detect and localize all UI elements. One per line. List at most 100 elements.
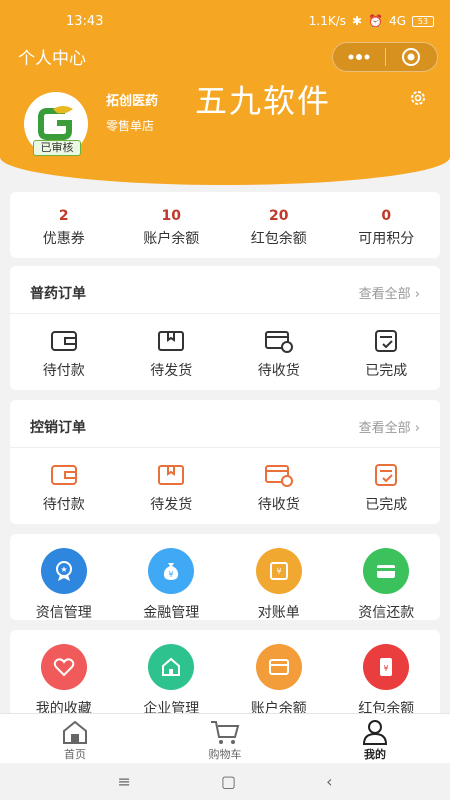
close-button[interactable] <box>386 43 438 71</box>
order-to-receive[interactable]: 待收货 <box>225 314 333 390</box>
status-bar: 13:43 1.1K/s ✱ ⏰ 4G 53 <box>0 0 450 42</box>
moneybag-icon: ¥ <box>148 548 195 594</box>
stat-points[interactable]: 0 可用积分 <box>333 192 441 258</box>
user-icon <box>362 720 388 745</box>
verified-badge: 已审核 <box>33 140 81 156</box>
stat-account-balance[interactable]: 10 账户余额 <box>118 192 226 258</box>
order-label: 待发货 <box>150 363 193 379</box>
order-pending-payment[interactable]: 待付款 <box>10 448 118 524</box>
order-label: 待付款 <box>42 497 85 513</box>
stat-value: 2 <box>58 208 69 224</box>
stat-redpacket-balance[interactable]: 20 红包余额 <box>225 192 333 258</box>
stat-label: 账户余额 <box>143 231 200 247</box>
svg-text:¥: ¥ <box>384 664 389 673</box>
menu-icon[interactable]: ≡ <box>118 772 131 791</box>
service-account-balance[interactable]: 账户余额 <box>225 630 333 717</box>
order-label: 待收货 <box>257 497 300 513</box>
view-all-link[interactable]: 查看全部 › <box>359 283 420 302</box>
section-title: 控销订单 <box>30 420 86 436</box>
section-title: 普药订单 <box>30 286 86 302</box>
box-icon <box>158 331 185 351</box>
order-completed[interactable]: 已完成 <box>333 448 441 524</box>
bluetooth-icon: ✱ <box>352 14 363 28</box>
order-to-ship[interactable]: 待发货 <box>118 314 226 390</box>
order-label: 已完成 <box>365 497 408 513</box>
cart-icon <box>211 721 240 744</box>
wallet-icon <box>255 644 302 690</box>
controlled-orders-header: 控销订单 查看全部 › <box>10 400 440 448</box>
order-to-ship[interactable]: 待发货 <box>118 448 226 524</box>
watermark-text: 五九软件 <box>195 82 332 120</box>
view-all-label: 查看全部 <box>358 421 411 436</box>
wallet-icon <box>50 465 77 485</box>
truck-icon <box>264 331 293 353</box>
stat-coupons[interactable]: 2 优惠券 <box>10 192 118 258</box>
svg-text:¥: ¥ <box>169 570 174 579</box>
box-icon <box>158 465 185 485</box>
tab-label: 首页 <box>64 748 86 761</box>
done-icon <box>375 464 398 486</box>
tab-home[interactable]: 首页 <box>0 714 150 763</box>
stat-label: 红包余额 <box>250 231 307 247</box>
svg-text:★: ★ <box>60 565 67 574</box>
redpacket-icon: ¥ <box>363 644 410 690</box>
services-card-1: ★ 资信管理 ¥ 金融管理 ¥ 对账单 资信还款 <box>10 534 441 621</box>
home-square-icon[interactable]: ▢ <box>221 772 236 791</box>
stat-label: 可用积分 <box>358 231 415 247</box>
back-icon[interactable]: ‹ <box>326 772 332 791</box>
tab-mine[interactable]: 我的 <box>300 714 450 763</box>
company-type: 零售单店 <box>106 119 155 133</box>
service-credit-management[interactable]: ★ 资信管理 <box>10 534 118 621</box>
general-orders-header: 普药订单 查看全部 › <box>10 266 440 314</box>
page-title: 个人中心 <box>18 49 86 69</box>
service-label: 资信管理 <box>35 605 92 621</box>
order-to-receive[interactable]: 待收货 <box>225 448 333 524</box>
system-nav-bar: ≡ ▢ ‹ <box>0 763 450 800</box>
card-icon <box>363 548 410 594</box>
network-speed: 1.1K/s <box>308 14 347 28</box>
company-name: 拓创医药 <box>106 94 159 109</box>
service-label: 金融管理 <box>143 605 200 621</box>
service-finance-management[interactable]: ¥ 金融管理 <box>118 534 226 621</box>
target-icon <box>402 48 421 66</box>
stats-card: 2 优惠券 10 账户余额 20 红包余额 0 可用积分 <box>10 192 440 258</box>
svg-text:¥: ¥ <box>276 567 281 576</box>
order-label: 待发货 <box>150 497 193 513</box>
wallet-icon <box>50 331 77 351</box>
settings-button[interactable] <box>408 88 428 112</box>
service-credit-repayment[interactable]: 资信还款 <box>333 534 441 621</box>
gear-icon <box>411 91 425 105</box>
chevron-right-icon: › <box>414 421 420 436</box>
order-label: 待付款 <box>42 363 85 379</box>
stat-value: 0 <box>381 208 392 224</box>
service-redpacket-balance[interactable]: ¥ 红包余额 <box>333 630 441 717</box>
tab-label: 购物车 <box>208 748 242 761</box>
alarm-icon: ⏰ <box>368 14 384 28</box>
status-time: 13:43 <box>66 14 104 29</box>
heart-icon <box>40 644 87 690</box>
services-card-2: 我的收藏 企业管理 账户余额 ¥ 红包余额 <box>10 630 441 717</box>
statement-icon: ¥ <box>255 548 302 594</box>
home-icon <box>63 720 87 744</box>
service-label: 资信还款 <box>358 605 415 621</box>
tab-cart[interactable]: 购物车 <box>150 714 300 763</box>
chevron-right-icon: › <box>414 287 420 302</box>
signal-label: 4G <box>389 14 406 28</box>
stat-label: 优惠券 <box>42 231 85 247</box>
bottom-tab-bar: 首页 购物车 我的 <box>0 713 450 763</box>
service-favorites[interactable]: 我的收藏 <box>10 630 118 717</box>
order-completed[interactable]: 已完成 <box>333 314 441 390</box>
truck-icon <box>264 465 293 487</box>
view-all-label: 查看全部 <box>358 287 411 302</box>
view-all-link[interactable]: 查看全部 › <box>359 417 420 436</box>
controlled-orders-card: 控销订单 查看全部 › 待付款 待发货 待收货 已完成 <box>10 400 440 524</box>
mini-program-capsule <box>332 42 438 72</box>
order-pending-payment[interactable]: 待付款 <box>10 314 118 390</box>
service-enterprise-management[interactable]: 企业管理 <box>118 630 226 717</box>
done-icon <box>375 330 398 352</box>
general-orders-card: 普药订单 查看全部 › 待付款 待发货 待收货 已完成 <box>10 266 440 390</box>
battery-icon: 53 <box>412 15 434 27</box>
service-statement[interactable]: ¥ 对账单 <box>225 534 333 621</box>
house-icon <box>148 644 195 690</box>
more-button[interactable] <box>333 43 385 71</box>
